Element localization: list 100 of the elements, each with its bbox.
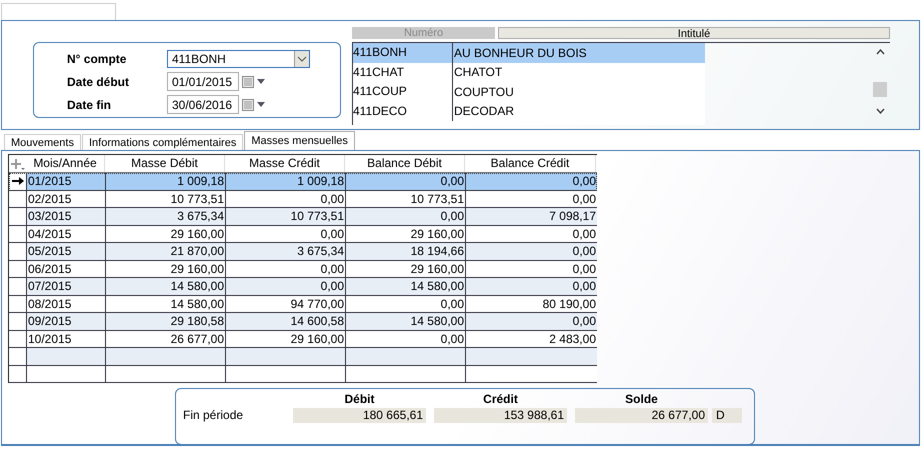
table-cell: 14 580,00 [346,278,466,294]
table-cell: 0,00 [346,330,466,347]
table-cell: CHATOT [453,65,502,80]
table-cell: 411COUP [353,82,453,102]
table-cell: 0,00 [346,173,466,190]
empty-row[interactable] [9,348,597,366]
field-label: Date fin [67,98,112,112]
grid-row[interactable]: 07/2015 14 580,00 0,00 14 580,00 0,00 [9,278,597,296]
table-cell: 14 580,00 [106,278,226,294]
total-value: 26 677,00 [575,408,708,422]
table-cell: 08/2015 [27,296,106,312]
table-cell: AU BONHEUR DU BOIS [453,46,587,60]
table-cell-text: 80 190,00 [542,296,597,312]
tab[interactable]: Masses mensuelles [244,131,355,150]
table-cell: 10 773,51 [346,190,466,207]
grid-row[interactable]: 03/2015 3 675,34 10 773,51 0,00 7 098,17 [9,208,597,226]
table-cell: 94 770,00 [226,296,346,312]
column-header[interactable]: Mois/Année [26,155,105,172]
table-cell: 05/2015 [27,243,106,260]
table-cell: 14 580,00 [346,313,466,330]
table-cell-text: 0,00 [572,278,597,294]
table-cell: 18 194,66 [346,243,466,260]
table-cell: 26 677,00 [106,330,226,347]
table-cell: 1 009,18 [106,173,226,190]
date-field[interactable]: 30/06/2016 [167,95,239,114]
column-header: Débit [344,392,376,406]
date-field[interactable]: 01/01/2015 [167,72,239,91]
table-cell: 3 675,34 [106,208,226,224]
table-cell: 10 773,51 [106,190,226,207]
table-cell: 29 160,00 [346,226,466,242]
table-cell: 0,00 [346,296,466,312]
table-cell: 411DECO [353,102,453,121]
column-header[interactable]: Balance Débit [345,155,465,172]
scroll-up-icon[interactable] [876,49,884,55]
row-selector[interactable] [9,278,27,294]
calendar-icon[interactable] [242,98,254,110]
table-cell: 09/2015 [27,313,106,330]
row-selector[interactable] [9,173,27,190]
table-cell: 0,00 [226,226,346,242]
table-cell: COUPTOU [453,84,514,99]
dropdown-icon[interactable] [294,50,309,66]
account-row[interactable]: 411BONH AU BONHEUR DU BOIS [353,43,705,62]
table-cell: 06/2015 [27,260,106,277]
table-cell: 21 870,00 [106,243,226,260]
scroll-thumb[interactable] [873,82,887,97]
table-cell: 29 160,00 [346,260,466,277]
table-cell: 29 160,00 [226,330,346,347]
arrow-icon [12,176,24,186]
row-selector[interactable] [9,208,27,224]
table-cell-text: 0,00 [572,226,597,242]
caret-icon[interactable] [257,79,265,84]
column-header[interactable]: Balance Crédit [465,155,596,172]
caret-icon[interactable] [257,102,265,107]
calendar-icon[interactable] [242,76,254,88]
table-cell: 0,00 [226,260,346,277]
field-label: N° compte [67,52,128,66]
column-header: Solde [624,392,659,406]
grid-row[interactable]: 05/2015 21 870,00 3 675,34 18 194,66 0,00 [9,243,597,260]
field-label: Date début [67,74,130,88]
column-header: Crédit [482,392,519,406]
grid-row[interactable]: 01/2015 1 009,18 1 009,18 0,00 0,00 [9,173,597,190]
table-cell-text: 0,00 [572,173,597,190]
add-icon[interactable] [10,158,24,170]
table-cell: 03/2015 [27,208,106,224]
tab[interactable]: Informations complémentaires [82,134,244,150]
table-cell: DECODAR [453,104,514,118]
scroll-down-icon[interactable] [876,108,884,114]
table-cell-text: 0,00 [572,243,597,260]
column-header[interactable]: Masse Crédit [225,155,345,172]
total-value: 180 665,61 [293,408,426,422]
row-label: Fin période [182,408,244,422]
table-cell: 01/2015 [27,173,106,190]
table-cell: 0,00 [226,278,346,294]
table-cell: 14 580,00 [106,296,226,312]
table-cell: 29 160,00 [106,226,226,242]
table-cell-text: 0,00 [572,190,597,207]
row-selector[interactable] [9,243,27,260]
table-cell: 07/2015 [27,278,106,294]
table-cell: 0,00 [346,208,466,224]
table-cell: 10/2015 [27,330,106,347]
empty-row[interactable] [9,366,597,383]
grid-row[interactable]: 09/2015 29 180,58 14 600,58 14 580,00 0,00 [9,313,597,330]
table-cell: 29 180,58 [106,313,226,330]
balance-sign: D [712,408,742,422]
table-cell-text: 2 483,00 [548,330,597,347]
tab[interactable]: Mouvements [4,134,81,150]
table-cell: 3 675,34 [226,243,346,260]
row-selector[interactable] [9,313,27,330]
table-cell-text: 0,00 [572,260,597,277]
table-cell: 0,00 [226,190,346,207]
table-cell: 14 600,58 [226,313,346,330]
table-cell-text: 0,00 [572,313,597,330]
account-combo[interactable]: 411BONH [167,50,310,68]
account-row[interactable]: 411DECO DECODAR [353,102,705,121]
table-cell: 1 009,18 [226,173,346,190]
table-cell-text: 7 098,17 [548,208,597,224]
table-cell: 02/2015 [27,190,106,207]
column-header[interactable]: Intitulé [498,27,890,39]
table-cell: 411BONH [353,43,453,62]
column-header[interactable]: Masse Débit [105,155,225,172]
